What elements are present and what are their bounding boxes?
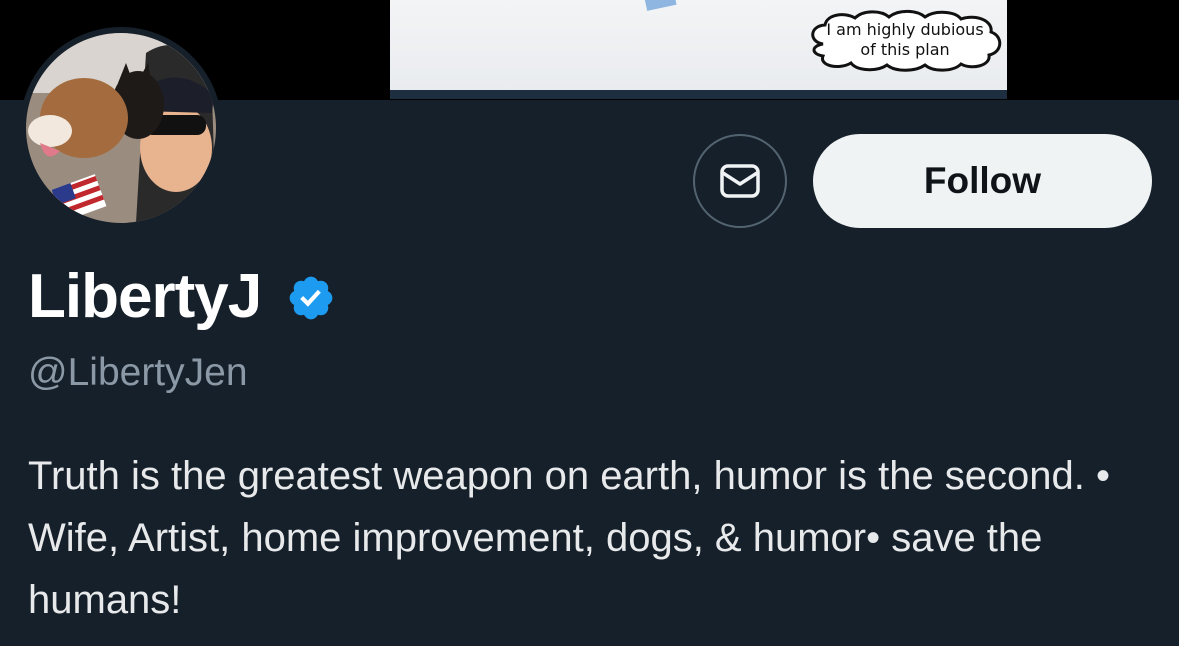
avatar-image [26,33,216,223]
banner-shape [643,0,677,11]
message-button[interactable] [693,134,787,228]
thought-bubble-line1: I am highly dubious [826,20,984,39]
user-handle: @LibertyJen [28,351,248,394]
profile-bio: Truth is the greatest weapon on earth, h… [28,454,1111,622]
display-name: LibertyJ [28,262,262,331]
avatar[interactable] [20,27,222,229]
verified-badge-icon[interactable] [286,273,336,323]
envelope-icon [720,164,760,198]
avatar-photo [26,33,216,223]
thought-bubble-text: I am highly dubious of this plan [805,20,1005,60]
banner-image: I am highly dubious of this plan [390,0,1007,99]
thought-bubble: I am highly dubious of this plan [805,8,1005,72]
follow-button[interactable]: Follow [813,134,1152,228]
thought-bubble-line2: of this plan [860,40,950,59]
